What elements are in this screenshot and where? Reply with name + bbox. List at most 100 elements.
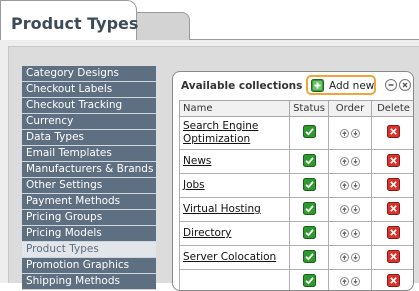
delete-cell [372, 198, 415, 222]
delete-cell [372, 117, 415, 150]
collection-name-link[interactable]: Search Engine Optimization [183, 120, 258, 145]
status-cell [290, 246, 329, 270]
sidebar-item-product-types[interactable]: Product Types [22, 242, 156, 258]
column-header-status[interactable]: Status [290, 101, 329, 117]
collections-panel: Available collections Add new Name Statu… [172, 71, 414, 291]
delete-cell [372, 174, 415, 198]
check-icon[interactable] [303, 250, 316, 266]
check-icon[interactable] [303, 202, 316, 218]
column-header-order[interactable]: Order [329, 101, 372, 117]
add-new-label: Add new [329, 80, 374, 92]
collection-name-cell: News [180, 150, 290, 174]
delete-x-icon[interactable] [387, 226, 400, 242]
tab-secondary[interactable] [136, 12, 190, 40]
check-icon[interactable] [303, 226, 316, 242]
check-icon[interactable] [303, 274, 316, 290]
table-header-row: Name Status Order Delete [180, 101, 415, 117]
order-cell [329, 174, 372, 198]
status-cell [290, 174, 329, 198]
status-cell [290, 222, 329, 246]
collection-name-cell: Virtual Hosting [180, 198, 290, 222]
delete-x-icon[interactable] [387, 202, 400, 218]
table-row [180, 270, 415, 291]
arrow-down-icon[interactable] [351, 205, 360, 214]
order-cell [329, 117, 372, 150]
column-header-name[interactable]: Name [180, 101, 290, 117]
delete-cell [372, 150, 415, 174]
arrow-down-icon[interactable] [351, 229, 360, 238]
arrow-up-icon[interactable] [340, 129, 349, 138]
settings-sidebar: Category DesignsCheckout LabelsCheckout … [22, 66, 156, 290]
collection-name-cell: Server Colocation [180, 246, 290, 270]
sidebar-item-pricing-models[interactable]: Pricing Models [22, 226, 156, 242]
tab-product-types[interactable]: Product Types [0, 0, 137, 40]
close-icon [401, 81, 409, 89]
table-row: Jobs [180, 174, 415, 198]
collection-name-link[interactable]: Directory [183, 227, 231, 239]
sidebar-item-currency[interactable]: Currency [22, 114, 156, 130]
panel-title: Available collections [181, 80, 302, 92]
order-cell [329, 150, 372, 174]
sidebar-item-pricing-groups[interactable]: Pricing Groups [22, 210, 156, 226]
status-cell [290, 150, 329, 174]
check-icon[interactable] [303, 154, 316, 170]
order-cell [329, 198, 372, 222]
sidebar-item-checkout-tracking[interactable]: Checkout Tracking [22, 98, 156, 114]
arrow-down-icon[interactable] [351, 181, 360, 190]
sidebar-item-checkout-labels[interactable]: Checkout Labels [22, 82, 156, 98]
collection-name-link[interactable]: News [183, 155, 211, 167]
collection-name-link[interactable]: Jobs [183, 179, 205, 191]
delete-x-icon[interactable] [387, 250, 400, 266]
sidebar-item-manufacturers-brands[interactable]: Manufacturers & Brands [22, 162, 156, 178]
table-body: Search Engine Optimization News Jobs Virtua… [180, 117, 415, 291]
arrow-down-icon[interactable] [351, 129, 360, 138]
sidebar-item-shipping-methods[interactable]: Shipping Methods [22, 274, 156, 290]
add-new-button[interactable]: Add new [306, 75, 376, 95]
status-cell [290, 198, 329, 222]
table-row: Directory [180, 222, 415, 246]
collection-name-cell [180, 270, 290, 291]
order-cell [329, 222, 372, 246]
collection-name-cell: Directory [180, 222, 290, 246]
sidebar-item-payment-methods[interactable]: Payment Methods [22, 194, 156, 210]
collections-table: Name Status Order Delete Search Engine O… [179, 100, 414, 291]
check-icon[interactable] [303, 125, 316, 141]
status-cell [290, 270, 329, 291]
table-row: News [180, 150, 415, 174]
sidebar-item-email-templates[interactable]: Email Templates [22, 146, 156, 162]
panel-minimize-button[interactable] [385, 79, 397, 91]
order-cell [329, 246, 372, 270]
delete-cell [372, 222, 415, 246]
collection-name-cell: Jobs [180, 174, 290, 198]
delete-x-icon[interactable] [387, 178, 400, 194]
column-header-delete[interactable]: Delete [372, 101, 415, 117]
table-row: Search Engine Optimization [180, 117, 415, 150]
collection-name-cell: Search Engine Optimization [180, 117, 290, 150]
sidebar-item-other-settings[interactable]: Other Settings [22, 178, 156, 194]
sidebar-item-data-types[interactable]: Data Types [22, 130, 156, 146]
arrow-down-icon[interactable] [351, 253, 360, 262]
panel-close-button[interactable] [399, 79, 411, 91]
sidebar-item-promotion-graphics[interactable]: Promotion Graphics [22, 258, 156, 274]
arrow-up-icon[interactable] [340, 181, 349, 190]
collection-name-link[interactable]: Virtual Hosting [183, 203, 261, 215]
table-row: Server Colocation [180, 246, 415, 270]
arrow-down-icon[interactable] [351, 277, 360, 286]
arrow-down-icon[interactable] [351, 157, 360, 166]
sidebar-item-category-designs[interactable]: Category Designs [22, 66, 156, 82]
delete-x-icon[interactable] [387, 125, 400, 141]
collection-name-link[interactable]: Server Colocation [183, 251, 276, 263]
arrow-up-icon[interactable] [340, 277, 349, 286]
delete-cell [372, 270, 415, 291]
delete-x-icon[interactable] [387, 154, 400, 170]
check-icon[interactable] [303, 178, 316, 194]
delete-cell [372, 246, 415, 270]
minimize-icon [387, 81, 395, 89]
arrow-up-icon[interactable] [340, 157, 349, 166]
delete-x-icon[interactable] [387, 274, 400, 290]
arrow-up-icon[interactable] [340, 253, 349, 262]
order-cell [329, 270, 372, 291]
arrow-up-icon[interactable] [340, 205, 349, 214]
arrow-up-icon[interactable] [340, 229, 349, 238]
table-row: Virtual Hosting [180, 198, 415, 222]
